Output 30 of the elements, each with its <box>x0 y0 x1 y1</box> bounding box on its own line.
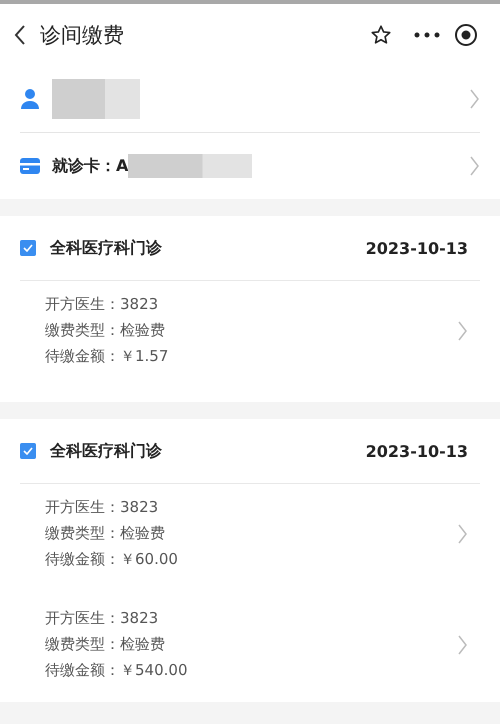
star-icon[interactable] <box>370 24 392 46</box>
fee-detail: 待缴金额：￥540.00 <box>45 661 188 680</box>
card-label: 就诊卡：A <box>52 156 128 176</box>
fee-detail: 待缴金额：￥1.57 <box>45 347 170 366</box>
visit-date: 2023-10-13 <box>366 238 468 258</box>
more-icon[interactable] <box>414 32 440 38</box>
fee-detail: 开方医生：3823 <box>45 498 160 517</box>
fee-detail: 缴费类型：检验费 <box>45 635 166 654</box>
visit-date: 2023-10-13 <box>366 442 468 460</box>
department-name: 全科医疗科门诊 <box>50 238 163 258</box>
chevron-right-icon <box>469 88 480 110</box>
department-name: 全科医疗科门诊 <box>50 440 163 462</box>
fee-detail: 缴费类型：检验费 <box>45 524 166 543</box>
person-icon <box>20 88 40 110</box>
fee-detail: 缴费类型：检验费 <box>45 321 166 340</box>
checkbox[interactable] <box>20 240 36 256</box>
chevron-right-icon <box>457 634 468 656</box>
card-icon <box>20 158 40 174</box>
chevron-right-icon <box>457 320 468 342</box>
fee-detail: 开方医生：3823 <box>45 295 160 314</box>
page-title: 诊间缴费 <box>40 22 125 49</box>
close-target-icon[interactable] <box>454 23 478 47</box>
checkbox[interactable] <box>20 443 36 459</box>
back-icon[interactable] <box>14 24 26 46</box>
chevron-right-icon <box>457 522 468 544</box>
checkmark-icon <box>23 244 33 252</box>
checkmark-icon <box>23 447 33 455</box>
fee-detail: 开方医生：3823 <box>45 609 160 628</box>
chevron-right-icon <box>469 155 480 177</box>
fee-detail: 待缴金额：￥60.00 <box>45 550 179 569</box>
